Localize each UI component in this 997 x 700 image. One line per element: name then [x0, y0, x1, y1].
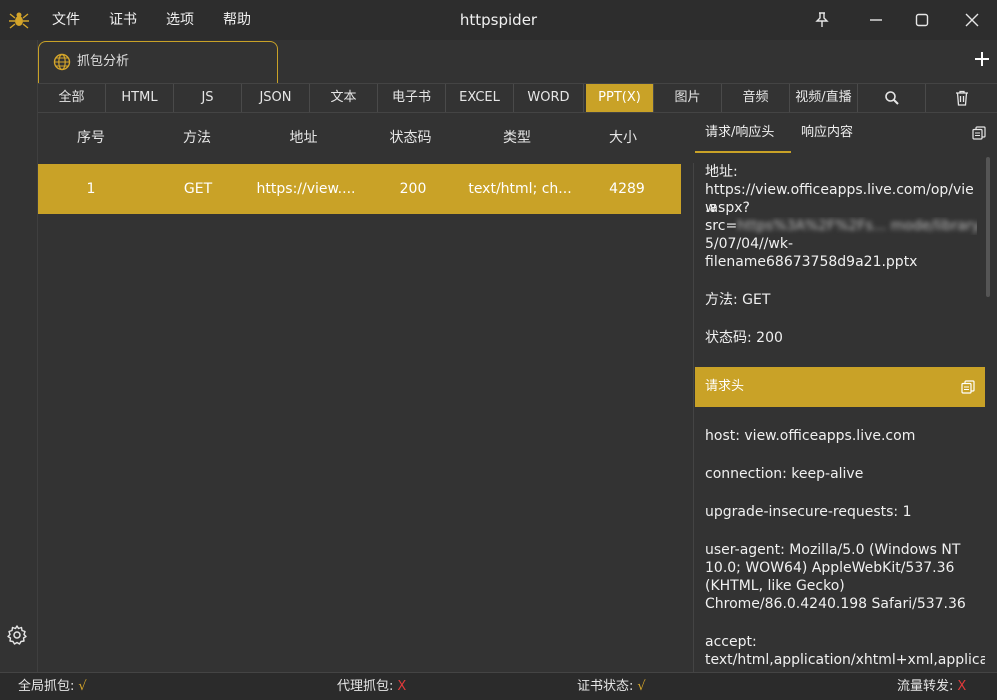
- copy-icon[interactable]: [972, 126, 986, 140]
- request-table: 序号 方法 地址 状态码 类型 大小 1 GET https://view...…: [38, 113, 694, 672]
- maximize-icon: [915, 13, 929, 27]
- close-button[interactable]: [960, 8, 984, 32]
- minimize-icon: [870, 19, 882, 21]
- detail-scrollbar[interactable]: [985, 155, 991, 672]
- tab-capture-analysis[interactable]: 抓包分析: [38, 41, 278, 83]
- filter-audio[interactable]: 音频: [722, 84, 790, 112]
- status-value[interactable]: X: [397, 679, 406, 694]
- column-url[interactable]: 地址: [250, 113, 357, 163]
- spider-icon: [9, 12, 29, 29]
- clear-button[interactable]: [926, 84, 997, 112]
- filter-js[interactable]: JS: [174, 84, 242, 112]
- status-cert: 证书状态: √: [577, 673, 646, 700]
- header-host: host: view.officeapps.live.com: [705, 428, 916, 444]
- status-bar: 全局抓包: √ 代理抓包: X 证书状态: √ 流量转发: X: [0, 672, 997, 700]
- scrollbar-thumb[interactable]: [986, 157, 990, 297]
- status-value[interactable]: √: [78, 679, 86, 694]
- detail-tabs: 请求/响应头 响应内容: [695, 113, 997, 153]
- column-method[interactable]: 方法: [144, 113, 250, 163]
- url-label: 地址:: [705, 164, 738, 180]
- copy-icon[interactable]: [961, 380, 975, 394]
- status-label: 全局抓包:: [18, 679, 75, 694]
- url-line: 5/07/04//wk-: [705, 236, 794, 252]
- request-headers-bar: 请求头: [695, 367, 985, 407]
- url-line: .aspx?: [705, 200, 750, 216]
- header-accept: text/html,application/xhtml+xml,applica: [705, 652, 985, 668]
- header-user-agent: user-agent: Mozilla/5.0 (Windows NT: [705, 542, 961, 558]
- url-prefix: src=: [705, 218, 738, 234]
- plus-icon[interactable]: [973, 50, 991, 68]
- cell-size: 4289: [609, 181, 645, 197]
- filter-image[interactable]: 图片: [654, 84, 722, 112]
- maximize-button[interactable]: [910, 8, 934, 32]
- status-label: 流量转发:: [897, 679, 954, 694]
- cell-type: text/html; ch...: [468, 181, 572, 197]
- menu-bar: 文件 证书 选项 帮助: [52, 0, 280, 40]
- table-row[interactable]: 1 GET https://view.... 200 text/html; ch…: [38, 164, 681, 214]
- gear-icon[interactable]: [6, 624, 28, 646]
- tab-headers[interactable]: 请求/响应头: [695, 113, 791, 153]
- header-user-agent: (KHTML, like Gecko): [705, 578, 845, 594]
- globe-icon: [53, 53, 71, 71]
- filter-json[interactable]: JSON: [242, 84, 310, 112]
- header-user-agent: Chrome/86.0.4240.198 Safari/537.36: [705, 596, 966, 612]
- url-line: filename68673758d9a21.pptx: [705, 254, 918, 270]
- request-headers-title: 请求头: [705, 379, 745, 394]
- blurred-text: https%3A%2F%2Fs... mode/library/: [737, 218, 977, 234]
- filter-bar: 全部 HTML JS JSON 文本 电子书 EXCEL WORD PPT(X)…: [38, 83, 997, 113]
- url-line: src=https%3A%2F%2Fs... mode/library/202: [705, 217, 977, 235]
- cell-method: GET: [183, 181, 213, 197]
- status-proxy-capture: 代理抓包: X: [337, 673, 406, 700]
- column-size[interactable]: 大小: [570, 113, 676, 163]
- status-value: 状态码: 200: [705, 330, 783, 346]
- tab-label: 抓包分析: [77, 54, 130, 69]
- left-rail: [0, 40, 38, 672]
- status-label: 证书状态:: [577, 679, 634, 694]
- menu-file[interactable]: 文件: [52, 0, 80, 40]
- detail-content: 地址: https://view.officeapps.live.com/op/…: [695, 155, 985, 672]
- cell-index: 1: [86, 181, 96, 197]
- status-label: 代理抓包:: [337, 679, 394, 694]
- cell-status: 200: [399, 181, 427, 197]
- filter-word[interactable]: WORD: [514, 84, 584, 112]
- tab-strip: 抓包分析: [38, 40, 997, 83]
- column-status[interactable]: 状态码: [357, 113, 464, 163]
- title-bar: 文件 证书 选项 帮助 httpspider: [0, 0, 997, 40]
- menu-help[interactable]: 帮助: [223, 0, 251, 40]
- filter-text[interactable]: 文本: [310, 84, 378, 112]
- filter-ebook[interactable]: 电子书: [378, 84, 446, 112]
- column-type[interactable]: 类型: [464, 113, 570, 163]
- pin-icon: [815, 12, 829, 27]
- minimize-button[interactable]: [864, 8, 888, 32]
- header-connection: connection: keep-alive: [705, 466, 864, 482]
- menu-options[interactable]: 选项: [166, 0, 194, 40]
- detail-panel: 请求/响应头 响应内容 地址: https://view.officeapps.…: [695, 113, 997, 672]
- menu-cert[interactable]: 证书: [109, 0, 137, 40]
- header-user-agent: 10.0; WOW64) AppleWebKit/537.36: [705, 560, 955, 576]
- filter-html[interactable]: HTML: [106, 84, 174, 112]
- header-upgrade: upgrade-insecure-requests: 1: [705, 504, 912, 520]
- status-global-capture: 全局抓包: √: [18, 673, 87, 700]
- search-icon: [884, 91, 899, 105]
- filter-excel[interactable]: EXCEL: [446, 84, 514, 112]
- table-header: 序号 方法 地址 状态码 类型 大小: [38, 113, 694, 163]
- status-value[interactable]: √: [637, 679, 645, 694]
- cell-url: https://view....: [256, 181, 356, 197]
- filter-ppt[interactable]: PPT(X): [586, 84, 654, 112]
- method-value: 方法: GET: [705, 292, 771, 308]
- trash-icon: [955, 90, 968, 106]
- tab-response-body[interactable]: 响应内容: [801, 113, 881, 153]
- pin-button[interactable]: [810, 8, 834, 32]
- search-button[interactable]: [858, 84, 926, 112]
- status-traffic-forward: 流量转发: X: [897, 673, 966, 700]
- header-accept: accept:: [705, 634, 757, 650]
- filter-video[interactable]: 视频/直播: [790, 84, 858, 112]
- filter-all[interactable]: 全部: [38, 84, 106, 112]
- status-value[interactable]: X: [957, 679, 966, 694]
- close-icon: [965, 13, 979, 27]
- column-index[interactable]: 序号: [38, 113, 144, 163]
